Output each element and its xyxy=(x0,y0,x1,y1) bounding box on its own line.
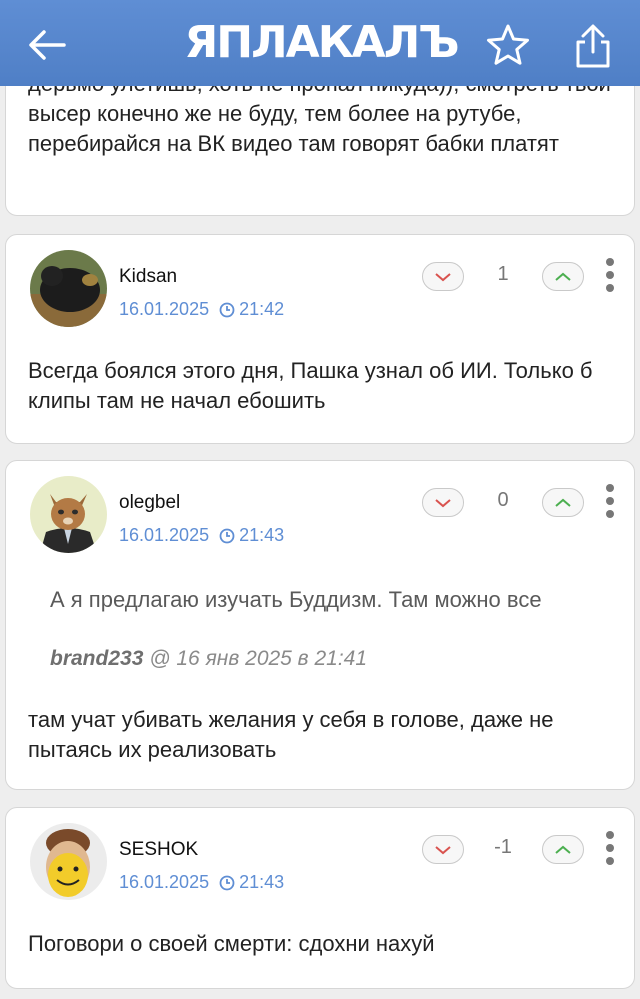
comment-text: Всегда боялся этого дня, Пашка узнал об … xyxy=(28,358,593,413)
quote-meta: brand233 @ 16 янв 2025 в 21:41 xyxy=(50,647,367,671)
vote-down-button[interactable] xyxy=(422,488,464,517)
comment-time: 21:42 xyxy=(239,299,285,319)
rating-score: -1 xyxy=(494,836,512,858)
comment-meta: 16.01.2025 21:43 xyxy=(119,872,284,893)
comment-meta: 16.01.2025 21:43 xyxy=(119,525,284,546)
chevron-up-icon xyxy=(555,845,571,854)
clock-icon xyxy=(219,875,235,890)
comment-meta: 16.01.2025 21:42 xyxy=(119,299,284,320)
vote-up-button[interactable] xyxy=(542,835,584,864)
chevron-down-icon xyxy=(435,498,451,507)
avatar[interactable] xyxy=(30,250,107,327)
chevron-up-icon xyxy=(555,498,571,507)
more-options-icon[interactable] xyxy=(605,483,615,519)
comment-date: 16.01.2025 xyxy=(119,525,210,545)
site-logo[interactable]: ЯПЛАКАЛЪ xyxy=(178,17,464,68)
star-icon[interactable] xyxy=(484,22,532,70)
comment-text: там учат убивать желания у себя в голове… xyxy=(28,707,554,762)
clock-icon xyxy=(219,302,235,317)
quote-author[interactable]: brand233 xyxy=(50,647,143,670)
rating-score: 0 xyxy=(497,489,509,511)
username[interactable]: Kidsan xyxy=(119,266,177,288)
share-icon[interactable] xyxy=(570,22,616,70)
vote-up-button[interactable] xyxy=(542,262,584,291)
comment-card: Kidsan 16.01.2025 21:42 1 Всегда боялся … xyxy=(5,234,635,444)
avatar[interactable] xyxy=(30,823,107,900)
comment-time: 21:43 xyxy=(239,872,285,892)
more-options-icon[interactable] xyxy=(605,830,615,866)
username[interactable]: SESHOK xyxy=(119,839,198,861)
vote-down-button[interactable] xyxy=(422,835,464,864)
comment-time: 21:43 xyxy=(239,525,285,545)
comment-date: 16.01.2025 xyxy=(119,872,210,892)
comment-card: SESHOK 16.01.2025 21:43 -1 Поговори о св… xyxy=(5,807,635,989)
top-bar: ЯПЛАКАЛЪ xyxy=(0,0,640,86)
clock-icon xyxy=(219,528,235,543)
chevron-down-icon xyxy=(435,272,451,281)
logo-text: ЯПЛАКАЛЪ xyxy=(184,16,459,68)
username[interactable]: olegbel xyxy=(119,492,180,514)
vote-up-button[interactable] xyxy=(542,488,584,517)
vote-down-button[interactable] xyxy=(422,262,464,291)
comment-card: olegbel 16.01.2025 21:43 0 А я предлагаю… xyxy=(5,460,635,790)
quote-text: А я предлагаю изучать Буддизм. Там можно… xyxy=(50,587,542,612)
more-options-icon[interactable] xyxy=(605,257,615,293)
chevron-up-icon xyxy=(555,272,571,281)
app-screen: ЯПЛАКАЛЪ дерьмо улетишь, хоть не пропал … xyxy=(0,0,640,999)
comment-date: 16.01.2025 xyxy=(119,299,210,319)
quote-date: @ 16 янв 2025 в 21:41 xyxy=(149,647,368,670)
back-arrow-icon[interactable] xyxy=(24,22,70,68)
chevron-down-icon xyxy=(435,845,451,854)
rating-score: 1 xyxy=(497,263,509,285)
avatar[interactable] xyxy=(30,476,107,553)
comment-text: Поговори о своей смерти: сдохни нахуй xyxy=(28,931,435,956)
